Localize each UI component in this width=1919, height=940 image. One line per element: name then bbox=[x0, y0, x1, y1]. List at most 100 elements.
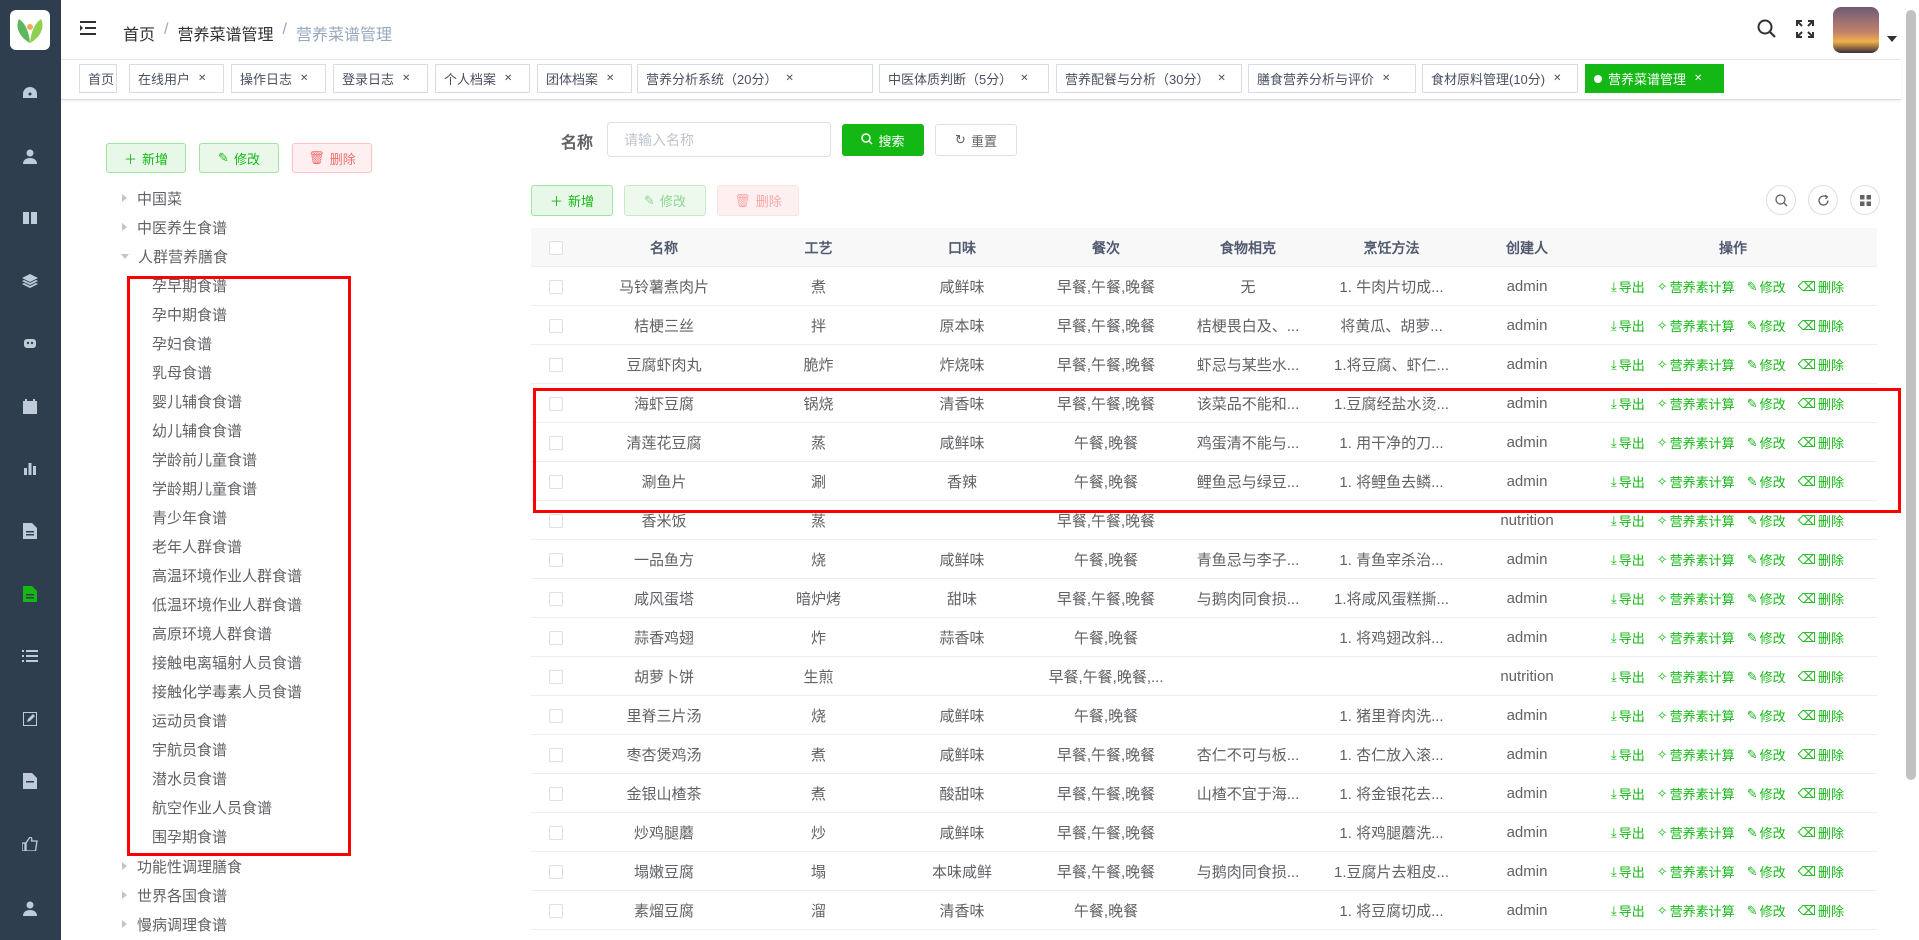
chart-icon[interactable] bbox=[18, 456, 42, 480]
tag-nutrition-analysis[interactable]: 营养分析系统（20分） ✕ bbox=[637, 64, 873, 93]
delete-link[interactable]: ⌫ 删除 bbox=[1798, 862, 1844, 881]
close-icon[interactable]: ✕ bbox=[1382, 73, 1390, 84]
close-icon[interactable]: ✕ bbox=[402, 73, 410, 84]
book-icon[interactable] bbox=[18, 206, 42, 230]
export-link[interactable]: ⤓ 导出 bbox=[1611, 862, 1645, 881]
tree-add-button[interactable]: ＋ 新增 bbox=[106, 143, 186, 173]
select-all-checkbox[interactable] bbox=[549, 240, 563, 255]
app-logo[interactable] bbox=[10, 10, 50, 50]
caret-right-icon[interactable] bbox=[122, 862, 127, 870]
export-link[interactable]: ⤓ 导出 bbox=[1611, 628, 1645, 647]
tag-online-users[interactable]: 在线用户 ✕ bbox=[129, 64, 224, 93]
delete-link[interactable]: ⌫ 删除 bbox=[1798, 316, 1844, 335]
nutrient-calc-link[interactable]: ✧ 营养素计算 bbox=[1657, 667, 1735, 686]
delete-link[interactable]: ⌫ 删除 bbox=[1798, 823, 1844, 842]
export-link[interactable]: ⤓ 导出 bbox=[1611, 901, 1645, 920]
delete-link[interactable]: ⌫ 删除 bbox=[1798, 355, 1844, 374]
nutrient-calc-link[interactable]: ✧ 营养素计算 bbox=[1657, 862, 1735, 881]
page-scrollbar[interactable] bbox=[1906, 10, 1916, 780]
export-link[interactable]: ⤓ 导出 bbox=[1611, 589, 1645, 608]
close-icon[interactable]: ✕ bbox=[1553, 73, 1561, 84]
breadcrumb-parent[interactable]: 营养菜谱管理 bbox=[177, 21, 273, 45]
nutrient-calc-link[interactable]: ✧ 营养素计算 bbox=[1657, 706, 1735, 725]
tag-login-log[interactable]: 登录日志 ✕ bbox=[333, 64, 428, 93]
edit-link[interactable]: ✎ 修改 bbox=[1747, 784, 1786, 803]
row-checkbox[interactable] bbox=[549, 357, 563, 372]
caret-down-icon[interactable] bbox=[121, 253, 129, 259]
nutrient-calc-link[interactable]: ✧ 营养素计算 bbox=[1657, 355, 1735, 374]
delete-link[interactable]: ⌫ 删除 bbox=[1798, 628, 1844, 647]
row-checkbox[interactable] bbox=[549, 552, 563, 567]
export-link[interactable]: ⤓ 导出 bbox=[1611, 784, 1645, 803]
tree-node[interactable]: 中医养生食谱 bbox=[114, 215, 227, 239]
nutrient-calc-link[interactable]: ✧ 营养素计算 bbox=[1657, 550, 1735, 569]
edit-link[interactable]: ✎ 修改 bbox=[1747, 667, 1786, 686]
close-icon[interactable]: ✕ bbox=[606, 73, 614, 84]
delete-link[interactable]: ⌫ 删除 bbox=[1798, 511, 1844, 530]
tag-meal-planning[interactable]: 营养配餐与分析（30分） ✕ bbox=[1056, 64, 1242, 93]
table-add-button[interactable]: ＋ 新增 bbox=[531, 185, 613, 216]
fullscreen-icon[interactable] bbox=[1795, 19, 1815, 42]
recipe-doc-icon[interactable] bbox=[18, 582, 42, 606]
row-checkbox[interactable] bbox=[549, 864, 563, 879]
nutrient-calc-link[interactable]: ✧ 营养素计算 bbox=[1657, 628, 1735, 647]
export-link[interactable]: ⤓ 导出 bbox=[1611, 277, 1645, 296]
close-icon[interactable]: ✕ bbox=[1020, 73, 1028, 84]
export-link[interactable]: ⤓ 导出 bbox=[1611, 316, 1645, 335]
nutrient-calc-link[interactable]: ✧ 营养素计算 bbox=[1657, 745, 1735, 764]
close-icon[interactable]: ✕ bbox=[504, 73, 512, 84]
caret-right-icon[interactable] bbox=[122, 891, 127, 899]
tag-home[interactable]: 首页 bbox=[79, 64, 117, 93]
table-delete-button[interactable]: 🗑 删除 bbox=[717, 185, 799, 216]
edit-link[interactable]: ✎ 修改 bbox=[1747, 316, 1786, 335]
edit-link[interactable]: ✎ 修改 bbox=[1747, 511, 1786, 530]
row-checkbox[interactable] bbox=[549, 591, 563, 606]
edit-link[interactable]: ✎ 修改 bbox=[1747, 628, 1786, 647]
row-checkbox[interactable] bbox=[549, 513, 563, 528]
thumbs-up-icon[interactable] bbox=[18, 832, 42, 856]
layers-icon[interactable] bbox=[18, 269, 42, 293]
row-checkbox[interactable] bbox=[549, 747, 563, 762]
export-link[interactable]: ⤓ 导出 bbox=[1611, 511, 1645, 530]
delete-link[interactable]: ⌫ 删除 bbox=[1798, 745, 1844, 764]
nutrient-calc-link[interactable]: ✧ 营养素计算 bbox=[1657, 901, 1735, 920]
edit-link[interactable]: ✎ 修改 bbox=[1747, 823, 1786, 842]
export-link[interactable]: ⤓ 导出 bbox=[1611, 823, 1645, 842]
row-checkbox[interactable] bbox=[549, 669, 563, 684]
export-link[interactable]: ⤓ 导出 bbox=[1611, 667, 1645, 686]
file-icon[interactable] bbox=[18, 769, 42, 793]
avatar[interactable] bbox=[1833, 7, 1879, 53]
tree-node[interactable]: 人群营养膳食 bbox=[114, 244, 228, 268]
menu-toggle-icon[interactable] bbox=[78, 18, 98, 41]
tree-edit-button[interactable]: ✎ 修改 bbox=[199, 143, 279, 173]
edit-link[interactable]: ✎ 修改 bbox=[1747, 706, 1786, 725]
row-checkbox[interactable] bbox=[549, 630, 563, 645]
delete-link[interactable]: ⌫ 删除 bbox=[1798, 667, 1844, 686]
search-button[interactable]: 搜索 bbox=[842, 124, 924, 156]
toggle-search-button[interactable] bbox=[1766, 185, 1796, 215]
close-icon[interactable]: ✕ bbox=[1217, 73, 1225, 84]
edit-link[interactable]: ✎ 修改 bbox=[1747, 901, 1786, 920]
row-checkbox[interactable] bbox=[549, 786, 563, 801]
calendar-icon[interactable] bbox=[18, 394, 42, 418]
list-icon[interactable] bbox=[18, 644, 42, 668]
tree-delete-button[interactable]: 🗑 删除 bbox=[292, 143, 372, 173]
reset-button[interactable]: ↻ 重置 bbox=[935, 124, 1017, 156]
profile-icon[interactable] bbox=[18, 896, 42, 920]
tree-node[interactable]: 世界各国食谱 bbox=[114, 883, 227, 907]
edit-link[interactable]: ✎ 修改 bbox=[1747, 589, 1786, 608]
row-checkbox[interactable] bbox=[549, 279, 563, 294]
tag-diet-evaluation[interactable]: 膳食营养分析与评价 ✕ bbox=[1248, 64, 1416, 93]
close-icon[interactable]: ✕ bbox=[1694, 73, 1702, 84]
delete-link[interactable]: ⌫ 删除 bbox=[1798, 550, 1844, 569]
tree-node[interactable]: 慢病调理食谱 bbox=[114, 912, 227, 936]
export-link[interactable]: ⤓ 导出 bbox=[1611, 745, 1645, 764]
row-checkbox[interactable] bbox=[549, 708, 563, 723]
delete-link[interactable]: ⌫ 删除 bbox=[1798, 277, 1844, 296]
caret-right-icon[interactable] bbox=[122, 194, 127, 202]
edit-link[interactable]: ✎ 修改 bbox=[1747, 550, 1786, 569]
tag-ingredient-management[interactable]: 食材原料管理(10分) ✕ bbox=[1422, 64, 1578, 93]
edit-link[interactable]: ✎ 修改 bbox=[1747, 277, 1786, 296]
edit-link[interactable]: ✎ 修改 bbox=[1747, 862, 1786, 881]
refresh-button[interactable] bbox=[1808, 185, 1838, 215]
